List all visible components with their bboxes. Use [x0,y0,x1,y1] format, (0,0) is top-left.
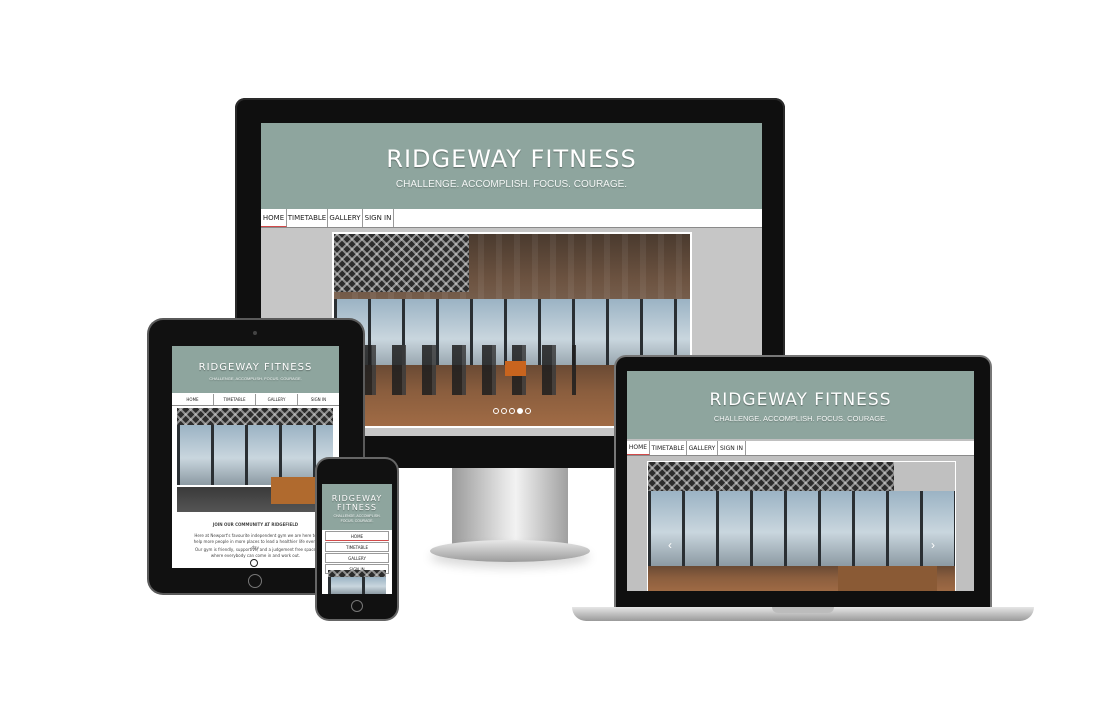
nav-item-gallery[interactable]: GALLERY [328,209,363,227]
site-tagline: CHALLENGE. ACCOMPLISH. FOCUS. COURAGE. [209,376,302,381]
carousel-dot[interactable] [509,408,515,415]
site-title: RIDGEWAY FITNESS [709,390,892,410]
phone-screen: RIDGEWAY FITNESS CHALLENGE. ACCOMPLISH. … [322,484,392,594]
photo-windows [328,576,386,594]
site-nav: HOME TIMETABLE GALLERY SIGN IN [627,441,974,456]
carousel-prev-arrow[interactable]: ‹ [668,538,672,552]
nav-item-sign-in[interactable]: SIGN IN [298,394,339,405]
site-nav: HOME TIMETABLE GALLERY SIGN IN [172,394,339,406]
site-title-line: FITNESS [336,503,378,512]
site-header: RIDGEWAY FITNESS CHALLENGE. ACCOMPLISH. … [172,346,339,393]
photo-equipment [504,360,527,377]
nav-item-gallery[interactable]: GALLERY [325,553,389,563]
photo-lattice [334,234,470,292]
laptop-screen: RIDGEWAY FITNESS CHALLENGE. ACCOMPLISH. … [627,371,974,591]
nav-item-timetable[interactable]: TIMETABLE [287,209,328,227]
hero-carousel[interactable] [177,408,333,512]
carousel-dot[interactable] [493,408,499,415]
nav-item-home[interactable]: HOME [261,209,287,227]
site-tagline: CHALLENGE. ACCOMPLISH. FOCUS. COURAGE. [322,514,392,524]
carousel-dot-active[interactable] [517,408,523,415]
nav-item-gallery[interactable]: GALLERY [687,441,718,455]
carousel-next-arrow[interactable]: › [931,538,935,552]
tablet-home-button[interactable] [248,574,262,588]
site-nav: HOME TIMETABLE GALLERY SIGN IN [325,531,389,574]
site-tagline-line: FOCUS. COURAGE. [340,519,374,523]
site-tagline: CHALLENGE. ACCOMPLISH. FOCUS. COURAGE. [713,414,888,423]
nav-item-timetable[interactable]: TIMETABLE [325,542,389,552]
content-paragraph: Our gym is friendly, supportive, and a j… [194,547,317,558]
nav-item-timetable[interactable]: TIMETABLE [650,441,687,455]
tablet-camera [253,331,257,335]
site-header: RIDGEWAY FITNESS CHALLENGE. ACCOMPLISH. … [261,123,762,209]
nav-item-sign-in[interactable]: SIGN IN [363,209,394,227]
nav-item-timetable[interactable]: TIMETABLE [214,394,256,405]
photo-windows [648,490,955,566]
hero-carousel[interactable]: ‹ › [647,461,956,591]
photo-reception-desk [838,566,937,591]
scroll-indicator-icon [250,559,258,567]
nav-item-home[interactable]: HOME [172,394,214,405]
site-header: RIDGEWAY FITNESS CHALLENGE. ACCOMPLISH. … [322,484,392,530]
imac-base [430,540,590,562]
site-title: RIDGEWAY FITNESS [386,145,637,173]
carousel-dot[interactable] [525,408,531,415]
nav-item-home[interactable]: HOME [325,531,389,541]
nav-item-gallery[interactable]: GALLERY [256,394,298,405]
site-title-line: RIDGEWAY [331,494,383,503]
site-nav: HOME TIMETABLE GALLERY SIGN IN [261,209,762,228]
hero-carousel[interactable] [328,570,386,594]
site-title: RIDGEWAY FITNESS [322,484,392,512]
content-heading: JOIN OUR COMMUNITY AT RIDGEFIELD [212,522,299,527]
site-title: RIDGEWAY FITNESS [198,362,313,373]
laptop-notch [772,607,834,613]
nav-item-sign-in[interactable]: SIGN IN [718,441,746,455]
phone-home-button[interactable] [351,600,363,612]
site-header: RIDGEWAY FITNESS CHALLENGE. ACCOMPLISH. … [627,371,974,439]
carousel-dot[interactable] [501,408,507,415]
tablet-screen: RIDGEWAY FITNESS CHALLENGE. ACCOMPLISH. … [172,346,339,568]
site-tagline: CHALLENGE. ACCOMPLISH. FOCUS. COURAGE. [395,179,628,190]
imac-stand [452,468,568,546]
photo-machines [362,345,577,396]
nav-item-home[interactable]: HOME [627,441,650,455]
